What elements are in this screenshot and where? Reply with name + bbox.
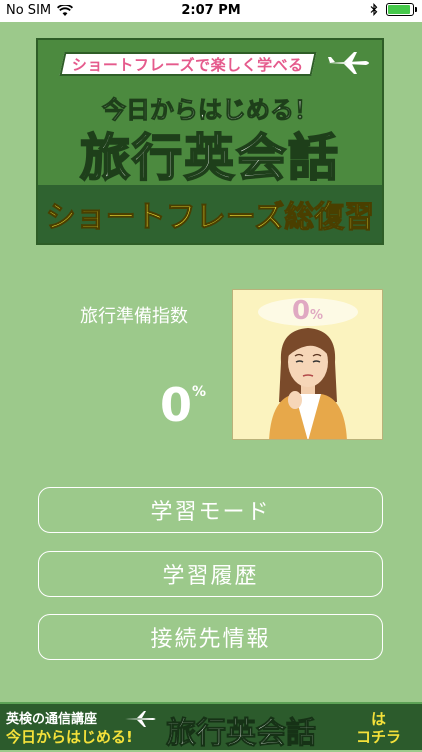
tagline-ribbon: ショートフレーズで楽しく学べる (59, 52, 317, 76)
readiness-value: 0% (160, 378, 206, 432)
ad-big-text: 旅行英会話 (166, 716, 317, 752)
ad-banner[interactable]: 英検の通信講座 今日からはじめる! 旅行英会話 は コチラ (0, 702, 422, 752)
readiness-label: 旅行準備指数 (80, 306, 188, 327)
battery-level (388, 5, 411, 14)
banner-subtitle-bar: ショートフレーズ総復習 (38, 185, 382, 243)
study-history-button[interactable]: 学習履歴 (38, 551, 383, 597)
battery-icon (386, 3, 417, 16)
status-bar: No SIM 2:07 PM (0, 0, 422, 22)
readiness-unit: % (192, 384, 207, 400)
readiness-number: 0 (160, 378, 193, 432)
bluetooth-icon (370, 3, 378, 16)
ad-airplane-icon (125, 711, 156, 727)
ad-mid-text: 今日からはじめる! (6, 728, 133, 746)
clock: 2:07 PM (181, 3, 241, 18)
traveler-portrait: 0% (232, 289, 383, 440)
banner-subtitle: ショートフレーズ総復習 (45, 200, 375, 236)
title-banner: ショートフレーズで楽しく学べる 今日からはじめる！ 旅行英会話 ショートフレーズ… (36, 38, 384, 245)
banner-title-main: 旅行英会話 (79, 128, 340, 188)
connection-info-button[interactable]: 接続先情報 (38, 614, 383, 660)
ad-link-text: コチラ (356, 728, 402, 746)
tagline: ショートフレーズで楽しく学べる (72, 55, 304, 74)
airplane-icon (328, 52, 369, 74)
status-right (370, 3, 417, 16)
study-mode-button[interactable]: 学習モード (38, 487, 383, 533)
woman-illustration (258, 298, 358, 439)
ad-small-text: 英検の通信講座 (6, 712, 98, 727)
